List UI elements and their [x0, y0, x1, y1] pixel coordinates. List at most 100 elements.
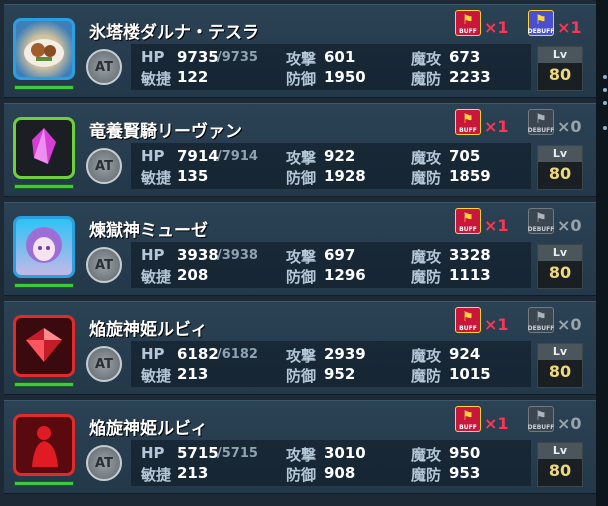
def-label: 防御 — [286, 367, 317, 385]
level-box: Lv 80 — [537, 442, 583, 487]
buff-count: ×1 — [484, 117, 509, 136]
agi-value: 135 — [177, 167, 209, 185]
unit-name: 煉獄神ミューゼ — [89, 221, 208, 241]
unit-card[interactable]: 焔旋神姫ルビィ AT HP 5715 /5715 敏捷 213 攻撃 3010 … — [4, 400, 596, 494]
at-badge[interactable]: AT — [86, 247, 122, 283]
matk-label: 魔攻 — [411, 248, 442, 266]
atk-value: 601 — [324, 48, 356, 66]
crystal-icon — [32, 128, 56, 164]
debuff-icon[interactable]: ⚑ DEBUFF — [528, 406, 554, 432]
buff-count: ×1 — [484, 18, 509, 37]
page-dot[interactable] — [603, 101, 607, 105]
buff-icon[interactable]: ⚑ BUFF — [455, 208, 481, 234]
at-badge[interactable]: AT — [86, 346, 122, 382]
matk-label: 魔攻 — [411, 446, 442, 464]
agi-value: 122 — [177, 68, 209, 86]
agi-label: 敏捷 — [141, 169, 172, 187]
def-value: 1928 — [324, 167, 366, 185]
def-value: 1950 — [324, 68, 366, 86]
hp-label: HP — [141, 147, 165, 165]
level-label: Lv — [538, 245, 582, 261]
unit-portrait-red-silhouette[interactable] — [13, 414, 75, 476]
unit-name: 焔旋神姫ルビィ — [89, 320, 208, 340]
level-value: 80 — [548, 65, 572, 84]
level-box: Lv 80 — [537, 244, 583, 289]
def-label: 防御 — [286, 70, 317, 88]
buff-icon[interactable]: ⚑ BUFF — [455, 307, 481, 333]
hp-label: HP — [141, 48, 165, 66]
hp-bar — [14, 481, 74, 486]
hp-max: /3938 — [217, 248, 258, 263]
mdef-value: 1015 — [449, 365, 491, 383]
level-value: 80 — [548, 461, 572, 480]
at-badge[interactable]: AT — [86, 49, 122, 85]
level-label: Lv — [538, 344, 582, 360]
atk-value: 3010 — [324, 444, 366, 462]
matk-value: 950 — [449, 444, 481, 462]
mdef-label: 魔防 — [411, 169, 442, 187]
mdef-label: 魔防 — [411, 268, 442, 286]
buff-icon[interactable]: ⚑ BUFF — [455, 109, 481, 135]
def-label: 防御 — [286, 268, 317, 286]
buff-count: ×1 — [484, 315, 509, 334]
level-value: 80 — [548, 263, 572, 282]
matk-label: 魔攻 — [411, 347, 442, 365]
at-badge[interactable]: AT — [86, 445, 122, 481]
unit-card[interactable]: 煉獄神ミューゼ AT HP 3938 /3938 敏捷 208 攻撃 697 防… — [4, 202, 596, 296]
hp-value: 9735 — [177, 48, 219, 66]
mdef-label: 魔防 — [411, 367, 442, 385]
atk-label: 攻撃 — [286, 149, 317, 167]
hp-max: /6182 — [217, 347, 258, 362]
atk-label: 攻撃 — [286, 446, 317, 464]
hp-max: /7914 — [217, 149, 258, 164]
debuff-count: ×1 — [557, 18, 582, 37]
unit-card[interactable]: 竜養賢騎リーヴァン AT HP 7914 /7914 敏捷 135 攻撃 922… — [4, 103, 596, 197]
debuff-count: ×0 — [557, 315, 582, 334]
hp-value: 7914 — [177, 147, 219, 165]
matk-value: 673 — [449, 48, 481, 66]
buff-icon[interactable]: ⚑ BUFF — [455, 406, 481, 432]
level-label: Lv — [538, 443, 582, 459]
level-label: Lv — [538, 47, 582, 63]
buff-icon[interactable]: ⚑ BUFF — [455, 10, 481, 36]
stats-panel: HP 5715 /5715 敏捷 213 攻撃 3010 防御 908 魔攻 9… — [131, 440, 531, 486]
unit-portrait-red-gem[interactable] — [13, 315, 75, 377]
unit-card[interactable]: 氷塔楼ダルナ・テスラ AT HP 9735 /9735 敏捷 122 攻撃 60… — [4, 4, 596, 98]
level-label: Lv — [538, 146, 582, 162]
atk-label: 攻撃 — [286, 50, 317, 68]
page-dot[interactable] — [603, 88, 607, 92]
atk-value: 2939 — [324, 345, 366, 363]
agi-label: 敏捷 — [141, 367, 172, 385]
hp-label: HP — [141, 246, 165, 264]
debuff-icon[interactable]: ⚑ DEBUFF — [528, 10, 554, 36]
level-box: Lv 80 — [537, 46, 583, 91]
mdef-value: 1113 — [449, 266, 491, 284]
unit-portrait-crystal[interactable] — [13, 117, 75, 179]
debuff-icon[interactable]: ⚑ DEBUFF — [528, 208, 554, 234]
page-dot[interactable] — [603, 126, 607, 130]
debuff-icon[interactable]: ⚑ DEBUFF — [528, 307, 554, 333]
mdef-value: 1859 — [449, 167, 491, 185]
buff-count: ×1 — [484, 414, 509, 433]
hp-label: HP — [141, 444, 165, 462]
unit-list: 氷塔楼ダルナ・テスラ AT HP 9735 /9735 敏捷 122 攻撃 60… — [4, 4, 596, 499]
def-label: 防御 — [286, 169, 317, 187]
mdef-label: 魔防 — [411, 466, 442, 484]
agi-label: 敏捷 — [141, 466, 172, 484]
debuff-icon[interactable]: ⚑ DEBUFF — [528, 109, 554, 135]
at-badge[interactable]: AT — [86, 148, 122, 184]
unit-portrait-purple-hair-girl[interactable] — [13, 216, 75, 278]
level-box: Lv 80 — [537, 145, 583, 190]
unit-portrait-food-plate[interactable] — [13, 18, 75, 80]
hp-max: /5715 — [217, 446, 258, 461]
matk-value: 3328 — [449, 246, 491, 264]
mdef-label: 魔防 — [411, 70, 442, 88]
hp-bar — [14, 283, 74, 288]
def-value: 908 — [324, 464, 356, 482]
agi-value: 213 — [177, 365, 209, 383]
def-value: 952 — [324, 365, 356, 383]
hp-value: 5715 — [177, 444, 219, 462]
unit-card[interactable]: 焔旋神姫ルビィ AT HP 6182 /6182 敏捷 213 攻撃 2939 … — [4, 301, 596, 395]
stats-panel: HP 9735 /9735 敏捷 122 攻撃 601 防御 1950 魔攻 6… — [131, 44, 531, 90]
page-dot[interactable] — [603, 75, 607, 79]
